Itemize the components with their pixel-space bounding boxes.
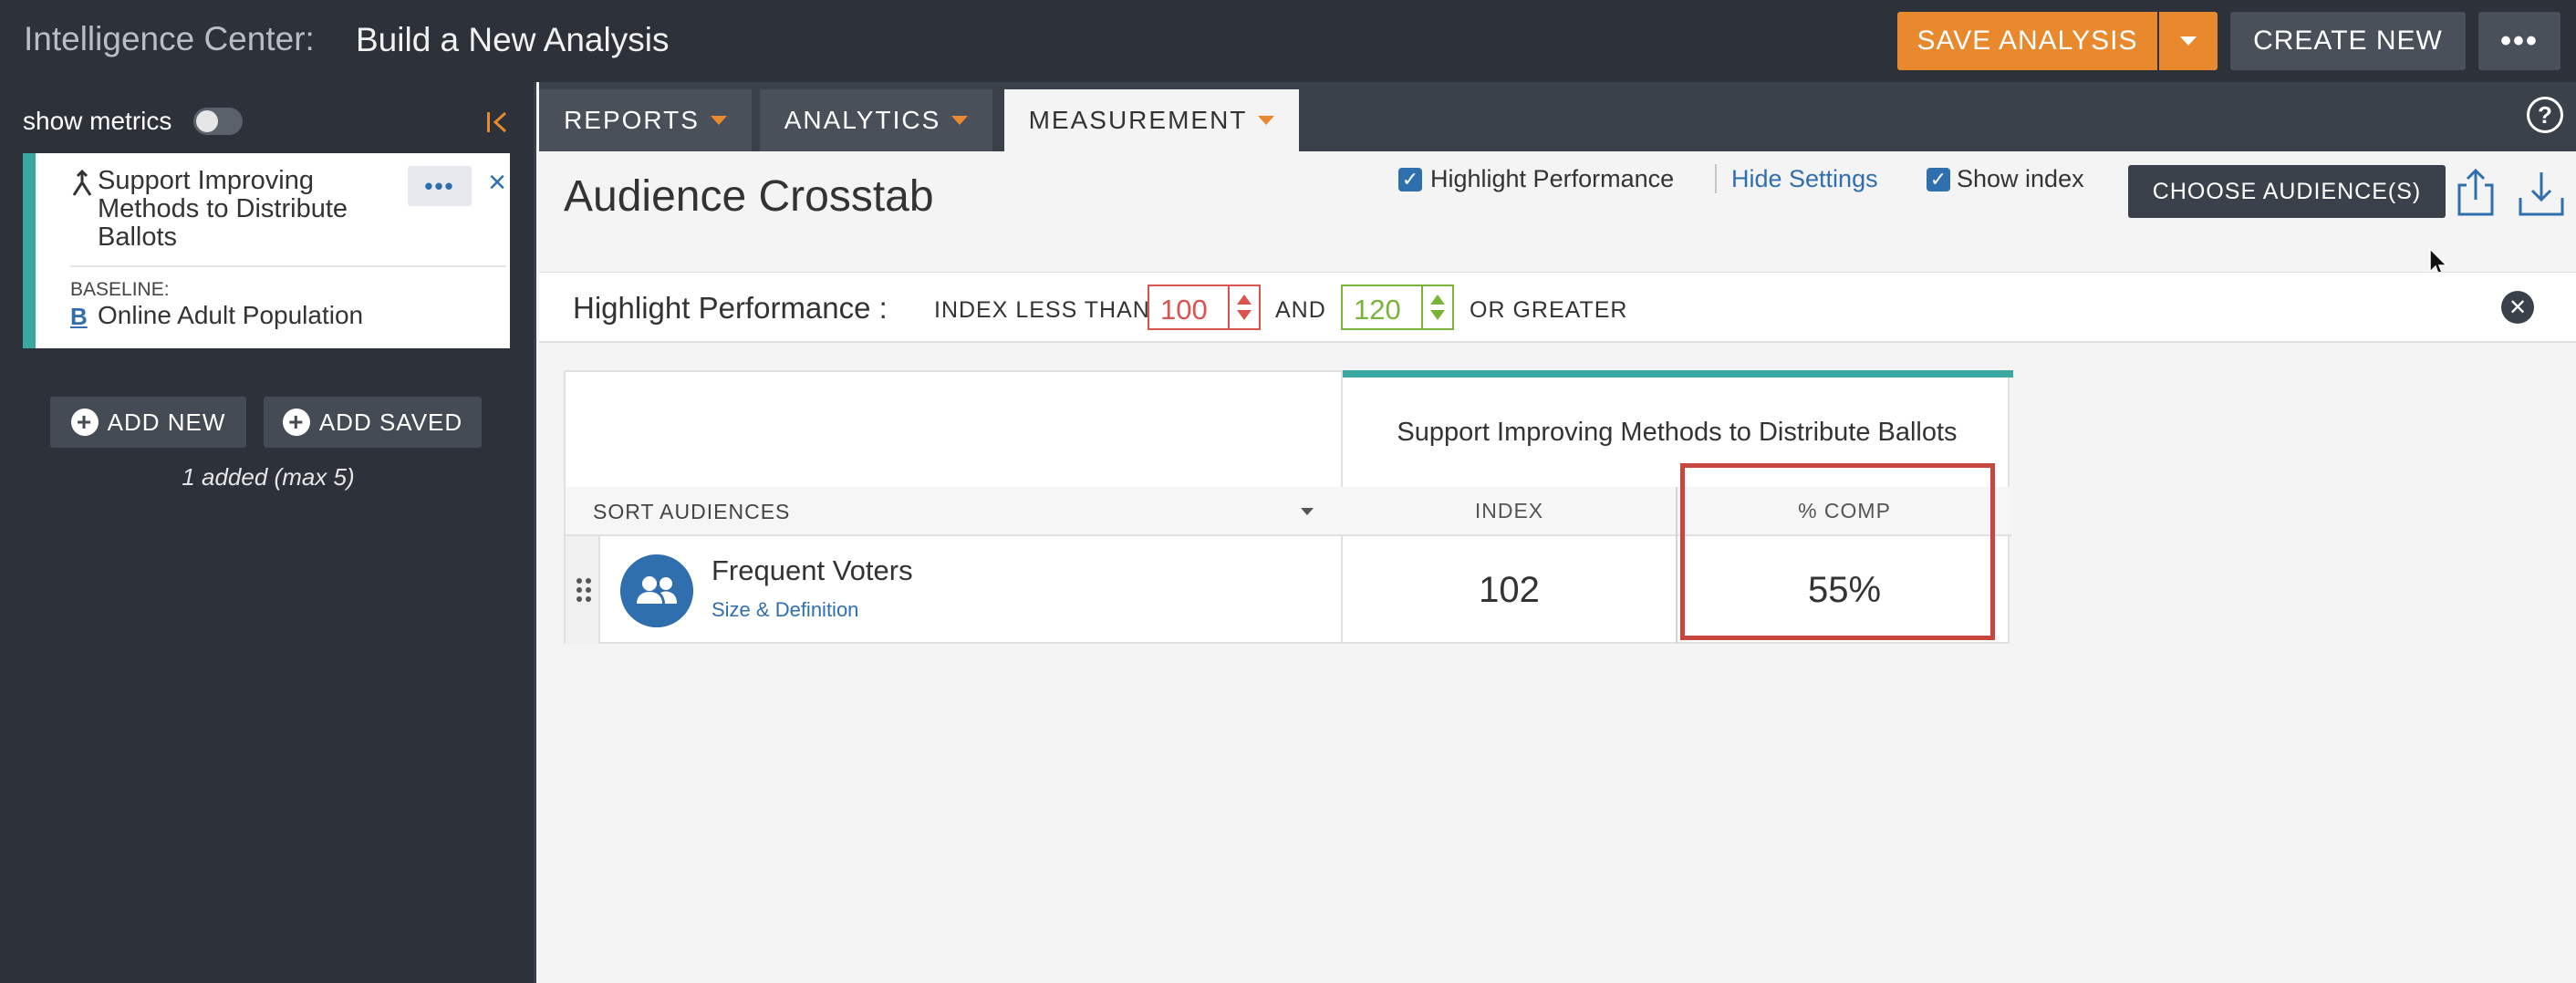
tab-measurement[interactable]: MEASUREMENT	[1004, 89, 1299, 151]
column-header: Support Improving Methods to Distribute …	[1397, 418, 1958, 447]
low-threshold-value: 100	[1160, 294, 1208, 326]
index-cell: 102	[1479, 569, 1540, 610]
and-label: AND	[1275, 297, 1326, 323]
index-header: INDEX	[1343, 487, 1676, 536]
share-icon[interactable]	[2454, 167, 2498, 218]
high-threshold-stepper[interactable]	[1421, 286, 1452, 328]
download-icon[interactable]	[2518, 171, 2565, 218]
page-title: Build a New Analysis	[356, 21, 670, 58]
audience-card-more-button[interactable]: •••	[408, 166, 472, 206]
more-options-button[interactable]: •••	[2478, 12, 2560, 70]
column-header-accent	[1343, 370, 2013, 378]
add-new-button[interactable]: + ADD NEW	[50, 397, 246, 448]
create-new-button[interactable]: CREATE NEW	[2230, 12, 2466, 70]
highlight-performance-title: Highlight Performance :	[573, 291, 888, 325]
chevron-down-icon[interactable]	[1430, 310, 1445, 320]
highlight-performance-bar: Highlight Performance : INDEX LESS THAN …	[539, 272, 2576, 343]
sort-audiences-dropdown[interactable]: SORT AUDIENCES	[566, 487, 1343, 536]
close-icon[interactable]: ✕	[2501, 291, 2534, 324]
drag-handle[interactable]	[566, 536, 600, 644]
close-icon[interactable]: ×	[484, 167, 510, 198]
highlight-performance-label: Highlight Performance	[1430, 165, 1675, 192]
audience-card[interactable]: Support Improving Methods to Distribute …	[23, 153, 510, 348]
audience-name: Frequent Voters	[712, 554, 913, 586]
high-threshold-input[interactable]: 120	[1341, 285, 1454, 330]
low-threshold-stepper[interactable]	[1228, 286, 1259, 328]
sidebar: show metrics Support Improving Methods t…	[0, 82, 536, 983]
tab-analytics[interactable]: ANALYTICS	[760, 89, 992, 151]
added-count: 1 added (max 5)	[182, 463, 355, 491]
audience-card-name: Support Improving Methods to Distribute …	[98, 166, 348, 252]
divider	[70, 265, 506, 267]
index-less-than-label: INDEX LESS THAN	[934, 297, 1150, 323]
baseline-badge-icon: B	[70, 303, 88, 330]
chevron-down-icon	[710, 116, 727, 125]
sort-audiences-label: SORT AUDIENCES	[593, 500, 791, 523]
or-greater-label: OR GREATER	[1470, 297, 1628, 323]
baseline-value: Online Adult Population	[98, 301, 364, 329]
annotation-highlight-box	[1680, 463, 1995, 640]
tab-label: ANALYTICS	[784, 106, 941, 134]
size-definition-link[interactable]: Size & Definition	[712, 598, 858, 622]
show-metrics-label: show metrics	[23, 107, 172, 135]
tab-reports[interactable]: REPORTS	[539, 89, 752, 151]
high-threshold-value: 120	[1354, 294, 1401, 326]
hide-settings-link[interactable]: Hide Settings	[1731, 165, 1878, 193]
audience-merge-icon	[72, 170, 92, 196]
tab-bar: REPORTS ANALYTICS MEASUREMENT	[539, 82, 2576, 151]
choose-audiences-button[interactable]: CHOOSE AUDIENCE(S)	[2128, 165, 2446, 218]
low-threshold-input[interactable]: 100	[1148, 285, 1261, 330]
crosstab-title: Audience Crosstab	[564, 172, 934, 221]
chevron-up-icon[interactable]	[1237, 295, 1252, 305]
toggle-knob	[196, 110, 218, 132]
chevron-up-icon[interactable]	[1430, 295, 1445, 305]
drag-dots-icon	[576, 578, 591, 602]
baseline-label: BASELINE:	[70, 279, 170, 300]
save-options-dropdown[interactable]	[2159, 12, 2218, 70]
save-analysis-button[interactable]: SAVE ANALYSIS	[1897, 12, 2157, 70]
add-saved-label: ADD SAVED	[318, 408, 463, 436]
show-index-checkbox[interactable]: ✓	[1927, 168, 1950, 191]
help-icon[interactable]: ?	[2527, 97, 2563, 133]
divider	[1715, 164, 1717, 193]
plus-circle-icon: +	[70, 409, 99, 436]
collapse-sidebar-icon[interactable]	[483, 108, 513, 137]
tab-label: REPORTS	[564, 106, 700, 134]
app-title: Intelligence Center:	[24, 20, 315, 57]
add-new-label: ADD NEW	[107, 408, 226, 436]
chevron-down-icon	[951, 116, 969, 125]
top-bar: Intelligence Center: Build a New Analysi…	[0, 0, 2576, 82]
show-index-label: Show index	[1957, 165, 2084, 192]
chevron-down-icon	[1258, 116, 1275, 125]
plus-circle-icon: +	[282, 409, 310, 436]
highlight-performance-checkbox[interactable]: ✓	[1398, 168, 1422, 191]
tab-label: MEASUREMENT	[1028, 106, 1248, 134]
chevron-down-icon	[1301, 508, 1314, 515]
audience-group-icon	[620, 554, 693, 627]
show-metrics-toggle[interactable]	[193, 108, 243, 135]
chevron-down-icon	[2180, 36, 2197, 46]
chevron-down-icon[interactable]	[1237, 310, 1252, 320]
add-saved-button[interactable]: + ADD SAVED	[264, 397, 482, 448]
